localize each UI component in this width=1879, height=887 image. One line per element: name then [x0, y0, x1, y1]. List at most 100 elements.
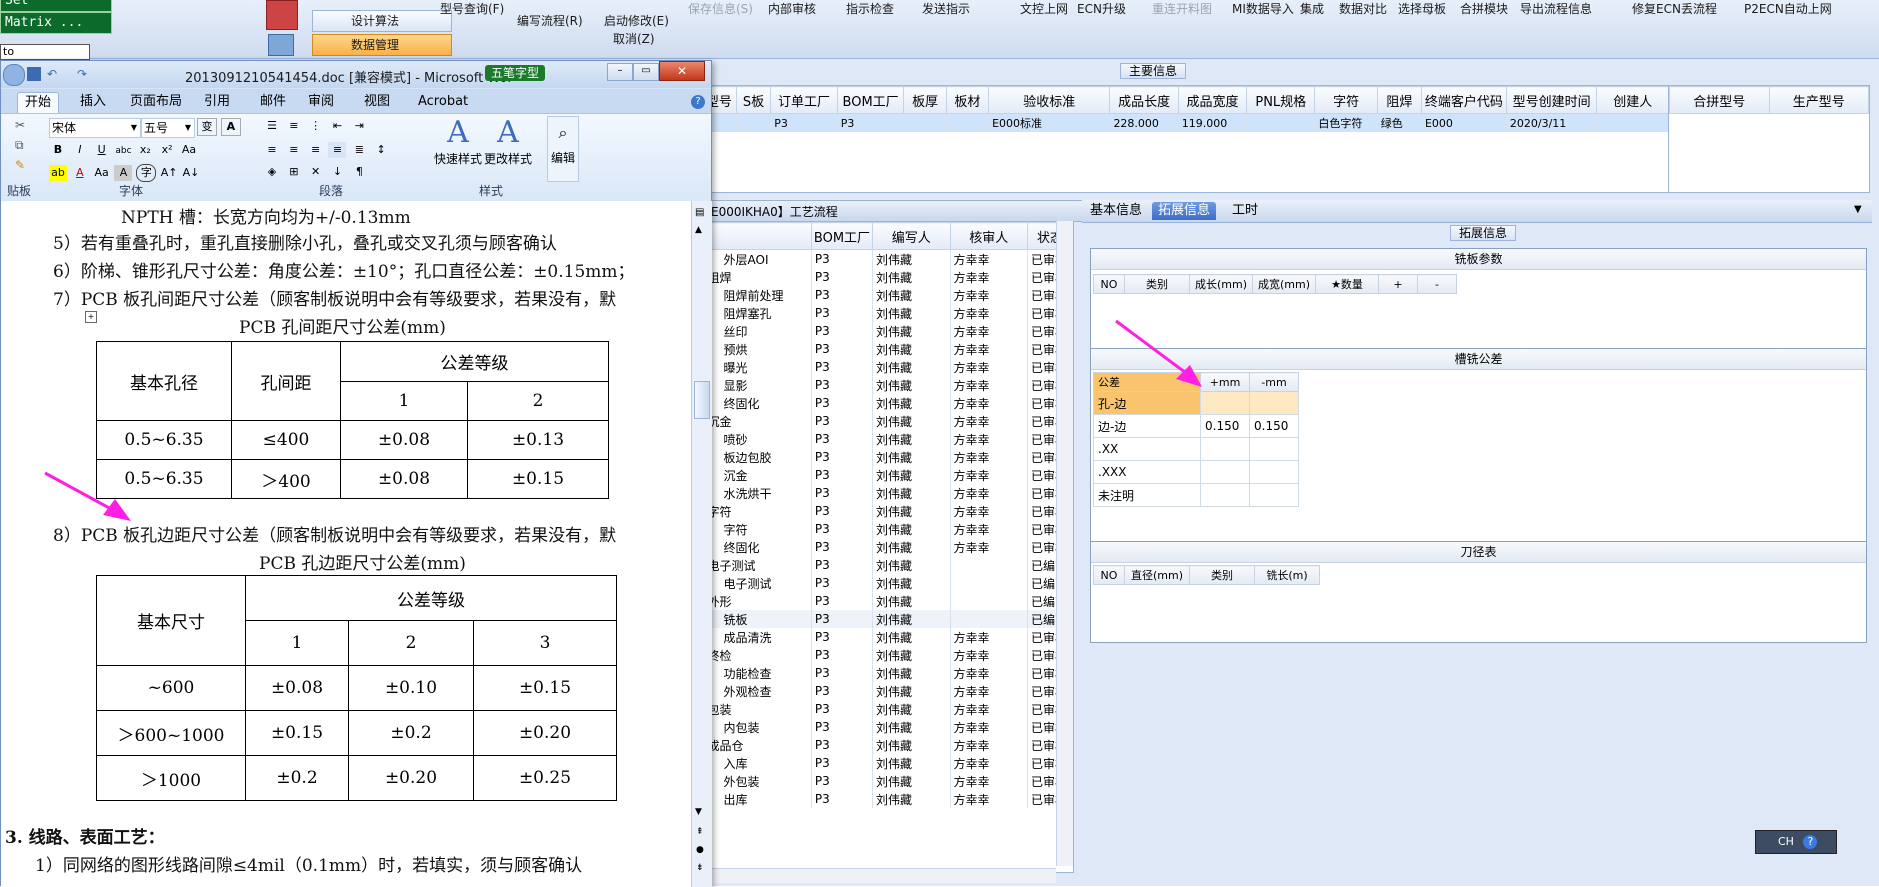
flow-row[interactable]: 外层AOI P3 刘伟藏 方幸幸 已审核: [701, 249, 1073, 268]
flow-row[interactable]: 曝光 P3 刘伟藏 方幸幸 已审核: [701, 358, 1073, 376]
align-left-icon[interactable]: ≡: [263, 142, 281, 158]
flow-row[interactable]: 水洗烘干 P3 刘伟藏 方幸幸 已审核: [701, 484, 1073, 502]
cancel-button[interactable]: 取消(Z): [613, 30, 655, 47]
nav-design-algorithm[interactable]: 设计算法: [312, 10, 452, 32]
edit-flow-button[interactable]: 编写流程(R): [517, 12, 583, 29]
browse-object-icon[interactable]: ●: [696, 845, 704, 855]
toolbar-item[interactable]: 数据对比: [1339, 0, 1387, 16]
flow-row[interactable]: 阻焊前处理 P3 刘伟藏 方幸幸 已审核: [701, 286, 1073, 304]
bullets-icon[interactable]: ☰: [263, 118, 281, 134]
char-shading-icon[interactable]: A: [114, 165, 133, 181]
flow-row[interactable]: 喷砂 P3 刘伟藏 方幸幸 已审核: [701, 430, 1073, 448]
tile-matrix[interactable]: Matrix ...: [0, 12, 112, 34]
flow-row[interactable]: 功能检查 P3 刘伟藏 方幸幸 已审核: [701, 664, 1073, 682]
flow-row[interactable]: 电子测试 P3 刘伟藏 已编写: [701, 556, 1073, 574]
mill-param-col[interactable]: 类别: [1124, 274, 1190, 294]
flow-row[interactable]: 外观检查 P3 刘伟藏 方幸幸 已审核: [701, 682, 1073, 700]
flow-row[interactable]: 沉金 P3 刘伟藏 方幸幸 已审核: [701, 466, 1073, 484]
main-info-col[interactable]: 验收标准: [988, 86, 1111, 114]
tolerance-value[interactable]: [1200, 437, 1250, 461]
cutter-col[interactable]: 铣长(m): [1254, 565, 1320, 585]
main-info-col[interactable]: 型号创建时间: [1505, 86, 1598, 114]
tab-basic-info[interactable]: 基本信息: [1084, 202, 1148, 220]
toolbar-item[interactable]: 指示检查: [846, 0, 894, 16]
start-modify-button[interactable]: 启动修改(E): [604, 12, 669, 29]
toolbar-item[interactable]: 修复ECN丢流程: [1632, 0, 1717, 16]
tolerance-value[interactable]: [1200, 460, 1250, 484]
close-button[interactable]: ✕: [659, 61, 705, 81]
tile-set[interactable]: Set: [0, 0, 112, 12]
main-info-col[interactable]: 终端客户代码: [1420, 86, 1507, 114]
copy-icon[interactable]: ⧉: [15, 138, 24, 153]
flow-hscrollbar[interactable]: [700, 868, 1056, 883]
change-styles-button[interactable]: A 更改样式: [483, 116, 533, 167]
main-info-col[interactable]: 板材: [945, 86, 990, 114]
flow-row[interactable]: 电子测试 P3 刘伟藏 已编写: [701, 574, 1073, 592]
help-icon[interactable]: ?: [691, 95, 705, 109]
toolbar-item[interactable]: 内部审核: [768, 0, 816, 16]
col-merge-model[interactable]: 合拼型号: [1669, 86, 1770, 114]
ribbon-tab[interactable]: 开始: [17, 92, 60, 113]
tolerance-value[interactable]: 0.150: [1249, 414, 1299, 438]
toolbar-item[interactable]: 选择母板: [1398, 0, 1446, 16]
col-prod-model[interactable]: 生产型号: [1768, 86, 1869, 114]
ribbon-tab[interactable]: 视图: [357, 92, 397, 112]
main-info-col[interactable]: 订单工厂: [770, 86, 838, 114]
col-minus-mm[interactable]: -mm: [1249, 372, 1299, 392]
ruler-toggle-icon[interactable]: ▤: [695, 207, 704, 218]
subscript-icon[interactable]: x₂: [136, 142, 154, 158]
shrink-font-icon[interactable]: A↓: [182, 165, 200, 181]
align-right-icon[interactable]: ≡: [307, 142, 325, 158]
maximize-button[interactable]: ▭: [633, 63, 659, 81]
flow-row[interactable]: 终固化 P3 刘伟藏 方幸幸 已审核: [701, 538, 1073, 556]
cutter-col[interactable]: NO: [1093, 565, 1125, 585]
toolbar-item[interactable]: 集成: [1300, 0, 1324, 16]
fx-icon[interactable]: [266, 0, 298, 30]
toolbar-item[interactable]: 保存信息(S): [688, 0, 753, 16]
prev-page-icon[interactable]: ⇞: [696, 827, 704, 837]
table-move-handle-icon[interactable]: +: [85, 311, 97, 323]
borders-icon[interactable]: ⊞: [285, 164, 303, 180]
enclose-char-icon[interactable]: 字: [136, 164, 157, 182]
format-painter-icon[interactable]: ✎: [15, 158, 25, 172]
tolerance-value[interactable]: [1200, 483, 1250, 507]
scroll-up-icon[interactable]: ▲: [695, 225, 702, 235]
flow-row[interactable]: 阻焊 P3 刘伟藏 方幸幸 已审核: [701, 268, 1073, 286]
cutter-col[interactable]: 直径(mm): [1124, 565, 1190, 585]
main-info-col[interactable]: S板: [735, 86, 772, 114]
multilevel-icon[interactable]: ⋮: [307, 118, 325, 134]
tolerance-value[interactable]: 0.150: [1200, 414, 1250, 438]
flow-row[interactable]: 阻焊塞孔 P3 刘伟藏 方幸幸 已审核: [701, 304, 1073, 322]
tolerance-row[interactable]: .XXX: [1093, 460, 1299, 484]
ime-badge[interactable]: 五笔字型: [485, 65, 546, 81]
highlight-icon[interactable]: ab: [49, 165, 67, 181]
align-center-icon[interactable]: ≡: [285, 142, 303, 158]
increase-indent-icon[interactable]: ⇥: [350, 118, 368, 134]
toolbar-item[interactable]: 重连开料图: [1152, 0, 1212, 16]
tab-ext-info[interactable]: 拓展信息: [1152, 202, 1217, 220]
toolbar-item[interactable]: ECN升级: [1077, 0, 1126, 16]
nav-data-management[interactable]: 数据管理: [312, 34, 452, 56]
col-writer[interactable]: 编写人: [872, 222, 951, 250]
main-info-col[interactable]: 阻焊: [1376, 86, 1422, 114]
flow-row[interactable]: 板边包胶 P3 刘伟藏 方幸幸 已审核: [701, 448, 1073, 466]
help-icon[interactable]: ?: [1803, 835, 1818, 849]
document-page[interactable]: NPTH 槽：长宽方向均为+/-0.13mm 5）若有重叠孔时，重孔直接删除小孔…: [1, 201, 691, 887]
flow-row[interactable]: 沉金 P3 刘伟藏 方幸幸 已审核: [701, 412, 1073, 430]
superscript-icon[interactable]: x²: [158, 142, 176, 158]
clear-format-icon[interactable]: Aa: [180, 142, 198, 158]
ribbon-tab[interactable]: 页面布局: [123, 92, 189, 112]
flow-row[interactable]: 外包装 P3 刘伟藏 方幸幸 已审核: [701, 772, 1073, 790]
tolerance-value[interactable]: [1249, 391, 1299, 415]
tolerance-row[interactable]: .XX: [1093, 437, 1299, 461]
underline-icon[interactable]: U: [93, 142, 111, 158]
numbering-icon[interactable]: ≡: [285, 118, 303, 134]
flow-row[interactable]: 终固化 P3 刘伟藏 方幸幸 已审核: [701, 394, 1073, 412]
char-border-icon[interactable]: A: [220, 118, 241, 136]
col-reviewer[interactable]: 核审人: [949, 222, 1029, 250]
grow-font-icon[interactable]: A↑: [160, 165, 178, 181]
scroll-down-icon[interactable]: ▼: [695, 807, 702, 817]
col-step[interactable]: [701, 222, 812, 250]
ribbon-tab[interactable]: Acrobat: [411, 92, 475, 112]
phonetic-icon[interactable]: 变: [197, 118, 217, 136]
